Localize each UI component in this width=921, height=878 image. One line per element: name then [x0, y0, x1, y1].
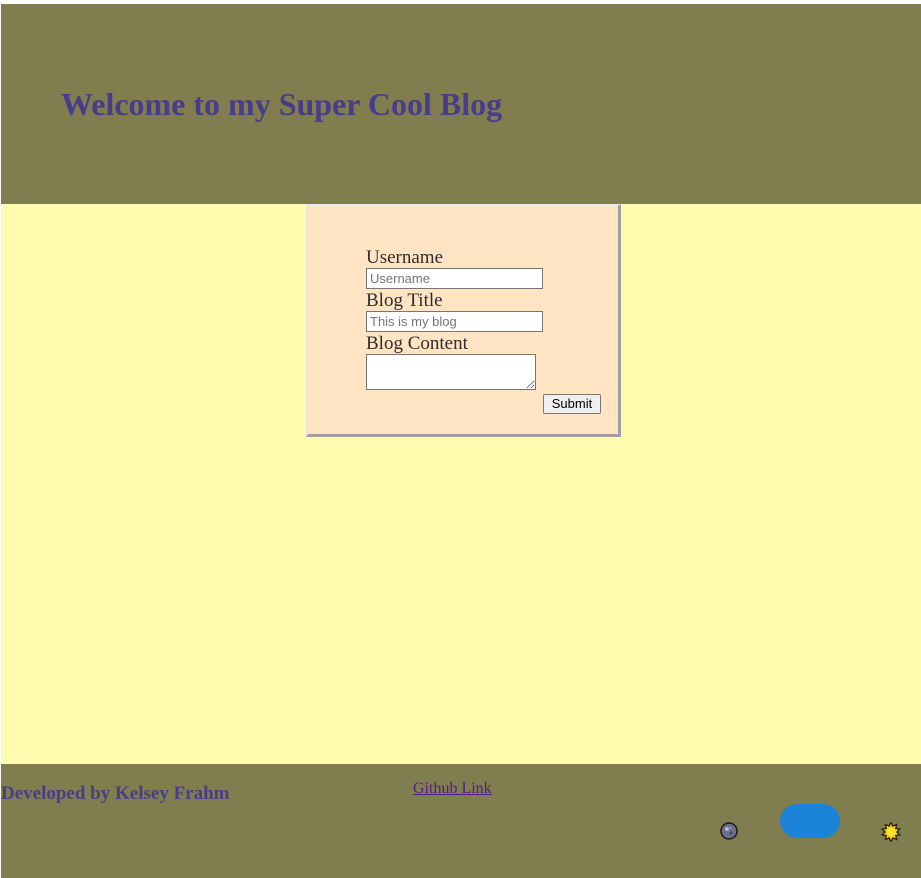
sun-icon[interactable] — [880, 821, 902, 843]
blog-form: Username Blog Title Blog Content Submit — [306, 204, 621, 437]
blog-content-textarea[interactable] — [366, 354, 536, 390]
submit-button[interactable]: Submit — [543, 394, 601, 414]
theme-toggle[interactable] — [780, 804, 840, 838]
main-content: Username Blog Title Blog Content Submit — [1, 204, 921, 764]
blog-content-label: Blog Content — [366, 333, 468, 354]
username-label: Username — [366, 247, 444, 268]
blog-title-label: Blog Title — [366, 290, 443, 311]
site-footer: Developed by Kelsey Frahm Github Link — [1, 764, 921, 878]
developer-credit: Developed by Kelsey Frahm — [1, 783, 230, 804]
username-input[interactable] — [366, 268, 543, 289]
github-link[interactable]: Github Link — [413, 779, 492, 799]
page-title: Welcome to my Super Cool Blog — [61, 86, 503, 122]
moon-icon[interactable] — [720, 822, 738, 840]
site-header: Welcome to my Super Cool Blog — [1, 4, 921, 204]
blog-title-input[interactable] — [366, 311, 543, 332]
page: Welcome to my Super Cool Blog Username B… — [1, 4, 921, 878]
